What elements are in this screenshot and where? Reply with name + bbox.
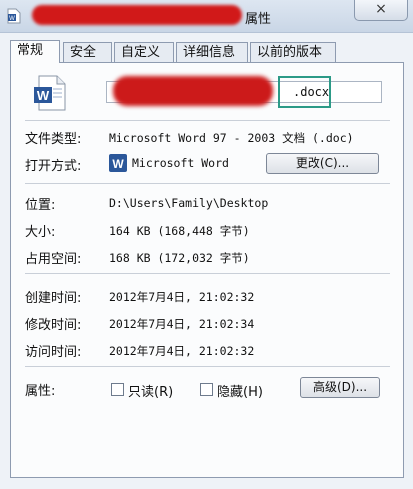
separator	[25, 366, 390, 367]
tab-custom[interactable]: 自定义	[114, 42, 174, 62]
file-name-input[interactable]: .docx	[106, 76, 382, 108]
title-redaction	[32, 5, 242, 25]
advanced-button[interactable]: 高级(D)...	[300, 377, 380, 398]
location-label: 位置:	[25, 198, 56, 213]
change-button[interactable]: 更改(C)...	[266, 153, 379, 174]
file-name-redaction	[113, 76, 273, 106]
word-app-icon: W	[109, 154, 127, 172]
location-value: D:\Users\Family\Desktop	[109, 196, 269, 210]
modified-label: 修改时间:	[25, 318, 82, 333]
tab-security[interactable]: 安全	[63, 42, 112, 62]
created-value: 2012年7月4日, 21:02:32	[109, 290, 255, 304]
title-bar: W 属性 ×	[0, 0, 413, 33]
svg-text:W: W	[112, 157, 124, 171]
readonly-checkbox[interactable]	[111, 383, 124, 396]
word-document-icon: W	[34, 75, 66, 111]
accessed-label: 访问时间:	[25, 345, 82, 360]
open-with-app: Microsoft Word	[132, 156, 229, 170]
file-type-value: Microsoft Word 97 - 2003 文档 (.doc)	[109, 131, 354, 145]
modified-value: 2012年7月4日, 21:02:34	[109, 317, 255, 331]
window-title-suffix: 属性	[245, 12, 272, 27]
readonly-label[interactable]: 只读(R)	[128, 381, 173, 400]
accessed-value: 2012年7月4日, 21:02:32	[109, 344, 255, 358]
general-panel: W .docx 文件类型: Microsoft Word 97 - 2003 文…	[10, 62, 404, 478]
size-on-disk-label: 占用空间:	[25, 252, 82, 267]
svg-text:W: W	[37, 88, 50, 103]
tab-previous-versions[interactable]: 以前的版本	[250, 42, 336, 62]
open-with-label: 打开方式:	[25, 159, 82, 174]
close-button[interactable]: ×	[354, 0, 408, 21]
created-label: 创建时间:	[25, 291, 82, 306]
tab-details[interactable]: 详细信息	[176, 42, 248, 62]
size-value: 164 KB (168,448 字节)	[109, 224, 250, 238]
svg-text:W: W	[9, 16, 15, 22]
separator	[25, 273, 390, 274]
hidden-label[interactable]: 隐藏(H)	[217, 381, 263, 400]
file-type-label: 文件类型:	[25, 132, 82, 147]
attributes-label: 属性:	[25, 384, 56, 399]
size-label: 大小:	[25, 225, 56, 240]
tab-general[interactable]: 常规	[10, 40, 60, 63]
separator	[25, 183, 390, 184]
file-extension: .docx	[293, 85, 330, 99]
separator	[25, 120, 390, 121]
hidden-checkbox[interactable]	[200, 383, 213, 396]
size-on-disk-value: 168 KB (172,032 字节)	[109, 251, 250, 265]
word-document-icon: W	[7, 8, 21, 24]
